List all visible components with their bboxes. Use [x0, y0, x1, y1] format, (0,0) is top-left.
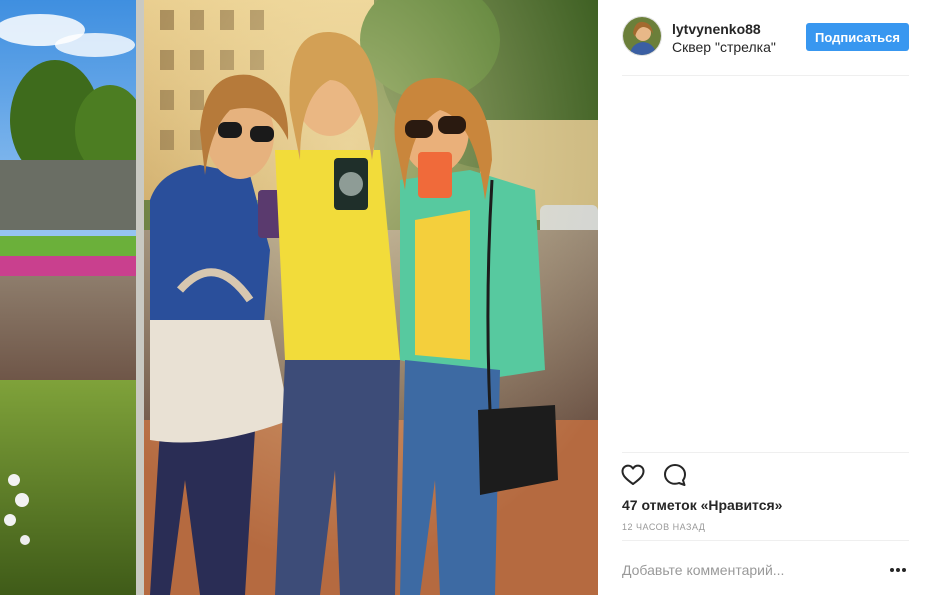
- post-side-panel: lytvynenko88 Сквер "стрелка" Подписаться…: [598, 0, 932, 595]
- likes-count[interactable]: 47 отметок «Нравится»: [622, 497, 782, 513]
- header-divider: [622, 75, 909, 76]
- heart-icon[interactable]: [620, 462, 646, 488]
- post-photo[interactable]: [0, 0, 598, 595]
- actions-divider: [622, 452, 909, 453]
- profile-avatar[interactable]: [622, 16, 662, 56]
- avatar-image: [623, 17, 661, 55]
- comment-input[interactable]: [622, 556, 872, 584]
- post-header: lytvynenko88 Сквер "стрелка" Подписаться: [622, 16, 909, 60]
- ellipsis-icon[interactable]: [886, 558, 910, 582]
- comment-divider: [622, 540, 909, 541]
- follow-button[interactable]: Подписаться: [806, 23, 909, 51]
- post-timestamp[interactable]: 12 часов назад: [622, 522, 705, 532]
- ellipsis-dot: [890, 568, 894, 572]
- post-photo-illustration: [0, 0, 598, 595]
- ellipsis-dot: [896, 568, 900, 572]
- ellipsis-dot: [902, 568, 906, 572]
- instagram-post: lytvynenko88 Сквер "стрелка" Подписаться…: [0, 0, 932, 595]
- post-username[interactable]: lytvynenko88: [672, 21, 761, 37]
- comment-bubble-icon[interactable]: [662, 462, 688, 488]
- post-location[interactable]: Сквер "стрелка": [672, 39, 776, 55]
